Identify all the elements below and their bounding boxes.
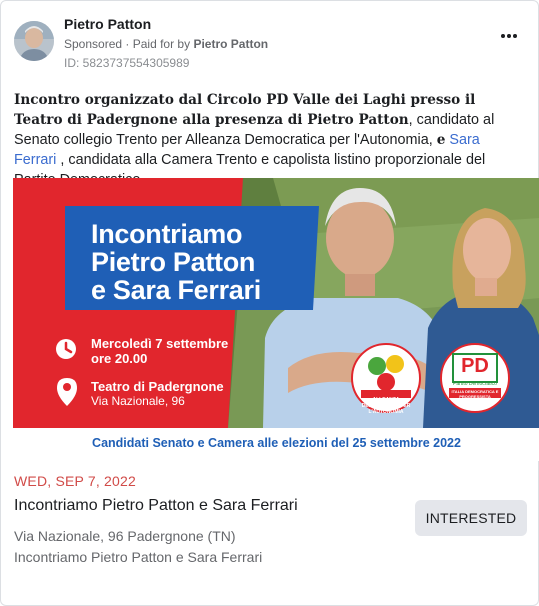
- banner-venue: Teatro di Padergnone: [91, 379, 224, 394]
- banner-address: Via Nazionale, 96: [91, 394, 185, 408]
- logo-right-top: Partito Democratico: [453, 381, 497, 387]
- logo-pd-mark: PD: [461, 355, 489, 377]
- banner-headline-3: e Sara Ferrari: [91, 275, 261, 305]
- avatar-photo: [14, 21, 54, 61]
- sponsored-label: Sponsored: [64, 37, 123, 51]
- banner-headline-2: Pietro Patton: [91, 247, 256, 277]
- clock-icon: [56, 339, 76, 359]
- paid-for-name[interactable]: Pietro Patton: [193, 37, 268, 51]
- event-date: WED, SEP 7, 2022: [14, 473, 137, 489]
- event-banner-image[interactable]: Incontriamo Pietro Patton e Sara Ferrari…: [13, 178, 539, 461]
- banner-headline-1: Incontriamo: [91, 219, 243, 249]
- banner-time: ore 20.00: [91, 351, 148, 366]
- banner-date: Mercoledì 7 settembre: [91, 336, 229, 351]
- ad-card: Pietro Patton Sponsored · Paid for by Pi…: [0, 0, 539, 606]
- logo-left-text: ALLEANZA DEMOCRATICA PER L'AUTONOMIA: [361, 397, 411, 415]
- post-body-e: e: [436, 132, 446, 148]
- avatar[interactable]: [14, 21, 54, 61]
- post-header: Pietro Patton Sponsored · Paid for by Pi…: [14, 15, 529, 71]
- author-block: Pietro Patton Sponsored · Paid for by Pi…: [64, 15, 268, 71]
- dot-separator: ·: [125, 37, 133, 51]
- sponsored-line: Sponsored · Paid for by Pietro Patton: [64, 36, 268, 52]
- post-body: Incontro organizzato dal Circolo PD Vall…: [14, 90, 514, 190]
- author-name[interactable]: Pietro Patton: [64, 15, 268, 33]
- ad-id: ID: 5823737554305989: [64, 56, 190, 70]
- interested-button[interactable]: INTERESTED: [415, 500, 527, 536]
- post-body-bold: Incontro organizzato dal Circolo PD Vall…: [14, 92, 476, 128]
- paid-for-prefix: Paid for by: [132, 37, 191, 51]
- logo-right-text: ITALIA DEMOCRATICA E PROGRESSISTA: [451, 389, 499, 399]
- event-subtitle: Incontriamo Pietro Patton e Sara Ferrari: [14, 549, 263, 565]
- more-options-icon[interactable]: [499, 29, 519, 43]
- banner-footer-text: Candidati Senato e Camera alle elezioni …: [92, 436, 461, 450]
